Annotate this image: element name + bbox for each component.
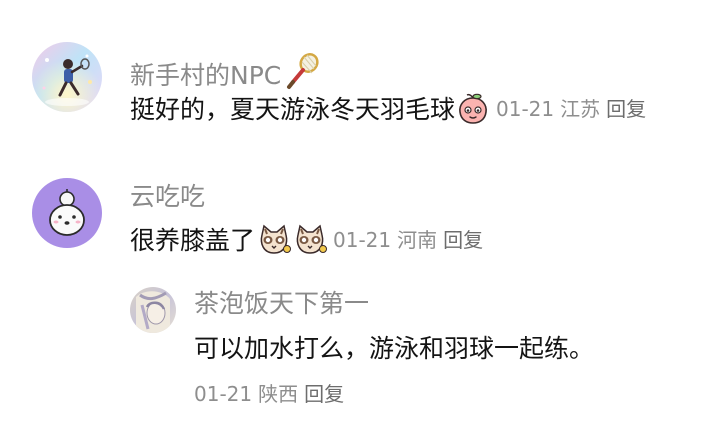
username-text[interactable]: 云吃吃: [130, 182, 205, 211]
comment-text: 挺好的，夏天游泳冬天羽毛球: [130, 94, 456, 124]
username[interactable]: 新手村的NPC: [130, 52, 321, 90]
comment-text: 很养膝盖了: [130, 225, 256, 255]
comment-location: 江苏: [560, 97, 601, 121]
avatar[interactable]: [32, 178, 102, 248]
badminton-racket-icon: [283, 52, 321, 90]
peach-face-sticker-icon: [456, 92, 490, 126]
comment-date: 01-21: [496, 97, 555, 121]
reply-meta-line: 01-21 陕西 回复: [194, 381, 350, 407]
comment-thread: 新手村的NPC 挺好的，夏天游泳冬天羽毛球 01-21 江苏 回复 云吃吃 很养…: [0, 0, 705, 431]
username-text[interactable]: 新手村的NPC: [130, 61, 281, 90]
reply-button[interactable]: 回复: [606, 97, 646, 121]
username-text[interactable]: 茶泡饭天下第一: [194, 289, 369, 318]
comment-meta: 01-21 河南 回复: [333, 230, 489, 250]
cat-face-sticker-icon: [293, 223, 328, 257]
comment-date: 01-21: [333, 228, 392, 252]
reply-button[interactable]: 回复: [304, 382, 344, 406]
comment-location: 陕西: [258, 382, 299, 406]
reply-text: 可以加水打么，游泳和羽球一起练。: [194, 333, 595, 363]
comment-location: 河南: [397, 228, 438, 252]
username[interactable]: 云吃吃: [130, 184, 205, 209]
comment-date: 01-21: [194, 382, 253, 406]
reply-body: 可以加水打么，游泳和羽球一起练。: [194, 333, 594, 363]
reply-button[interactable]: 回复: [443, 228, 483, 252]
username[interactable]: 茶泡饭天下第一: [194, 291, 369, 316]
avatar[interactable]: [130, 287, 176, 333]
comment-meta: 01-21 江苏 回复: [496, 99, 652, 119]
cat-face-sticker-icon: [257, 223, 292, 257]
avatar[interactable]: [32, 42, 102, 112]
comment-body: 很养膝盖了 01-21 河南 回复: [130, 222, 489, 258]
comment-meta: 01-21 陕西 回复: [194, 384, 350, 404]
comment-body: 挺好的，夏天游泳冬天羽毛球 01-21 江苏 回复: [130, 92, 652, 126]
